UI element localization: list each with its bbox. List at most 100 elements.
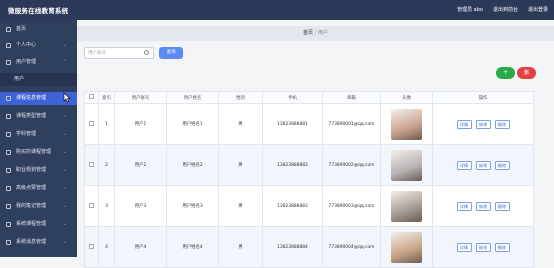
row-select-cell[interactable]: [84, 226, 99, 268]
edit-button[interactable]: 修改: [475, 242, 491, 252]
sidebar-item-label: 系统课程管理: [16, 221, 47, 227]
book-icon: [6, 96, 11, 101]
sidebar-item-label: 系统消息管理: [16, 239, 47, 245]
breadcrumb-separator: /: [314, 30, 317, 36]
breadcrumb-home[interactable]: 首页: [303, 30, 313, 36]
delete-button[interactable]: 删除: [494, 201, 510, 211]
avatar-cell: [380, 185, 433, 227]
cart-icon: [6, 150, 11, 155]
grid-icon: [6, 222, 11, 227]
edit-button[interactable]: 修改: [475, 201, 491, 211]
edit-button[interactable]: 修改: [475, 119, 491, 129]
avatar-cell: [380, 103, 433, 145]
briefcase-icon: [6, 168, 11, 173]
table-row: 1 用户1 用户姓名1 男 13823888881 773890001@qq.c…: [84, 103, 534, 145]
detail-button[interactable]: 详情: [456, 160, 472, 170]
thumb-icon: [6, 186, 11, 191]
table-row: 3 用户3 用户姓名3 男 13823888883 773890003@qq.c…: [84, 185, 534, 227]
chevron-down-icon: ⌄: [62, 42, 67, 48]
add-button[interactable]: +: [496, 67, 515, 79]
row-select-cell[interactable]: [84, 144, 99, 186]
edit-button[interactable]: 修改: [475, 160, 491, 170]
sidebar-item-course-type[interactable]: 课程类型管理 ⌄: [0, 110, 77, 123]
row-checkbox[interactable]: [89, 202, 94, 208]
name-cell: 用户姓名3: [166, 185, 219, 227]
row-select-cell[interactable]: [84, 185, 99, 227]
avatar: [391, 149, 422, 181]
chevron-down-icon: ⌄: [62, 167, 67, 173]
column-header: 头像: [380, 91, 433, 104]
sidebar-item-home[interactable]: 首页: [0, 23, 77, 36]
breadcrumb-current: 用户: [317, 30, 328, 36]
column-header: 用户姓名: [166, 91, 219, 104]
chevron-down-icon: ⌄: [62, 203, 67, 209]
sidebar-item-profile[interactable]: 个人中心 ⌄: [0, 39, 77, 52]
chevron-down-icon: ⌄: [62, 113, 67, 119]
avatar-cell: [380, 226, 433, 268]
select-all-checkbox[interactable]: [89, 94, 94, 99]
table-header-row: 索引 用户账号 用户姓名 性别 手机 邮箱 头像 操作: [84, 91, 534, 104]
delete-button[interactable]: 删除: [494, 160, 510, 170]
gender-cell: 男: [218, 185, 263, 227]
sidebar-item-label: 用户: [14, 76, 25, 82]
home-icon: [6, 27, 11, 32]
sidebar-item-label: 课程信息管理: [16, 95, 47, 101]
chevron-down-icon: ⌄: [62, 185, 67, 191]
column-header: 索引: [98, 91, 115, 104]
users-table: 索引 用户账号 用户姓名 性别 手机 邮箱 头像 操作 1 用户1 用户姓名1 …: [84, 91, 534, 268]
sidebar-item-system-messages[interactable]: 系统消息管理 ⌄: [0, 236, 77, 249]
phone-cell: 13823888883: [262, 185, 323, 227]
breadcrumb: 首页 / 用户: [77, 26, 554, 41]
top-links: 管理员 abo 退出到前台 退出登录: [457, 6, 548, 13]
sidebar-item-label: 个人中心: [16, 42, 37, 48]
row-checkbox[interactable]: [89, 243, 94, 249]
index-cell: 2: [98, 144, 115, 186]
index-cell: 1: [98, 103, 115, 145]
sidebar-subitem-users[interactable]: 用户: [0, 73, 77, 86]
phone-cell: 13823888882: [262, 144, 323, 186]
account-cell: 用户4: [114, 226, 167, 268]
avatar: [391, 108, 422, 140]
detail-button[interactable]: 详情: [456, 242, 472, 252]
sidebar-item-notes[interactable]: 我的笔记管理 ⌄: [0, 200, 77, 213]
search-button[interactable]: 查询: [159, 47, 183, 59]
bulk-delete-button[interactable]: 删: [517, 67, 536, 79]
sidebar-item-likes[interactable]: 高级点赞管理 ⌄: [0, 182, 77, 195]
delete-button[interactable]: 删除: [494, 242, 510, 252]
main-content: 首页 / 用户 用户账号 查询 + 删 索引 用户账号 用户姓名 性别 手机 邮…: [77, 20, 554, 268]
sidebar-item-label: 我的笔记管理: [16, 203, 47, 209]
chevron-down-icon: ⌄: [62, 239, 67, 245]
gender-cell: 男: [218, 226, 263, 268]
sidebar-item-user-management[interactable]: 用户管理 ⌃: [0, 56, 77, 69]
select-all-header[interactable]: [84, 91, 99, 104]
actions-cell: 详情 修改 删除: [432, 103, 534, 145]
detail-button[interactable]: 详情: [456, 119, 472, 129]
sidebar-item-purchased-courses[interactable]: 购买的课程管理 ⌄: [0, 146, 77, 159]
delete-button[interactable]: 删除: [494, 119, 510, 129]
avatar-cell: [380, 144, 433, 186]
sidebar-item-career-planning[interactable]: 职业规划管理 ⌄: [0, 164, 77, 177]
account-cell: 用户1: [114, 103, 167, 145]
name-cell: 用户姓名1: [166, 103, 219, 145]
chevron-down-icon: ⌄: [62, 131, 67, 137]
name-cell: 用户姓名4: [166, 226, 219, 268]
search-icon: [144, 50, 149, 55]
detail-button[interactable]: 详情: [456, 201, 472, 211]
row-checkbox[interactable]: [89, 161, 94, 167]
sidebar-item-system-courses[interactable]: 系统课程管理 ⌄: [0, 218, 77, 231]
gender-cell: 男: [218, 144, 263, 186]
sidebar-item-subject[interactable]: 学科管理 ⌄: [0, 128, 77, 141]
row-select-cell[interactable]: [84, 103, 99, 145]
row-checkbox[interactable]: [89, 120, 94, 126]
phone-cell: 13823888884: [262, 226, 323, 268]
account-cell: 用户2: [114, 144, 167, 186]
index-cell: 4: [98, 226, 115, 268]
note-icon: [6, 204, 11, 209]
sidebar-item-label: 高级点赞管理: [16, 185, 47, 191]
exit-to-front-link[interactable]: 退出到前台: [493, 6, 518, 13]
admin-user-link[interactable]: 管理员 abo: [457, 6, 483, 13]
logout-link[interactable]: 退出登录: [528, 6, 548, 13]
app-title: 微服务在线教育系统: [8, 7, 69, 15]
name-cell: 用户姓名2: [166, 144, 219, 186]
account-cell: 用户3: [114, 185, 167, 227]
